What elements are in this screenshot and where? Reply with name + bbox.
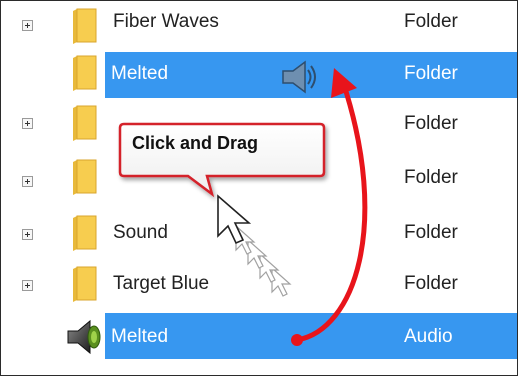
speaker-icon xyxy=(282,60,316,94)
expand-icon[interactable] xyxy=(22,229,33,240)
item-name: Target Blue xyxy=(113,273,210,294)
list-item[interactable]: Sound Folder xyxy=(1,207,517,255)
folder-icon xyxy=(73,8,97,44)
item-name: Melted xyxy=(111,326,169,347)
list-item[interactable]: Target Blue Folder xyxy=(1,259,517,307)
expand-icon[interactable] xyxy=(22,118,33,129)
speaker-icon xyxy=(67,319,101,355)
expand-icon[interactable] xyxy=(22,280,33,291)
item-type: Audio xyxy=(404,326,453,347)
item-name: Sound xyxy=(113,222,168,243)
list-item[interactable]: Melted Audio xyxy=(1,309,517,359)
folder-icon xyxy=(73,159,97,195)
item-name: Fiber Waves xyxy=(113,11,219,32)
item-type: Folder xyxy=(404,167,458,188)
list-item[interactable]: Melted Folder xyxy=(1,49,517,98)
file-list: Fiber Waves Folder Melted Folder Folder xyxy=(0,0,518,376)
folder-icon xyxy=(73,55,97,91)
item-type: Folder xyxy=(404,113,458,134)
folder-icon xyxy=(73,105,97,141)
item-type: Folder xyxy=(404,11,458,32)
expand-icon[interactable] xyxy=(22,20,33,31)
folder-icon xyxy=(73,215,97,251)
item-type: Folder xyxy=(404,273,458,294)
list-item[interactable]: Folder xyxy=(1,147,517,195)
expand-icon[interactable] xyxy=(22,176,33,187)
folder-icon xyxy=(73,266,97,302)
item-name: Melted xyxy=(111,63,169,84)
callout-text: Click and Drag xyxy=(132,133,259,153)
list-item[interactable]: Fiber Waves Folder xyxy=(1,1,517,49)
item-type: Folder xyxy=(404,222,458,243)
item-type: Folder xyxy=(404,63,458,84)
